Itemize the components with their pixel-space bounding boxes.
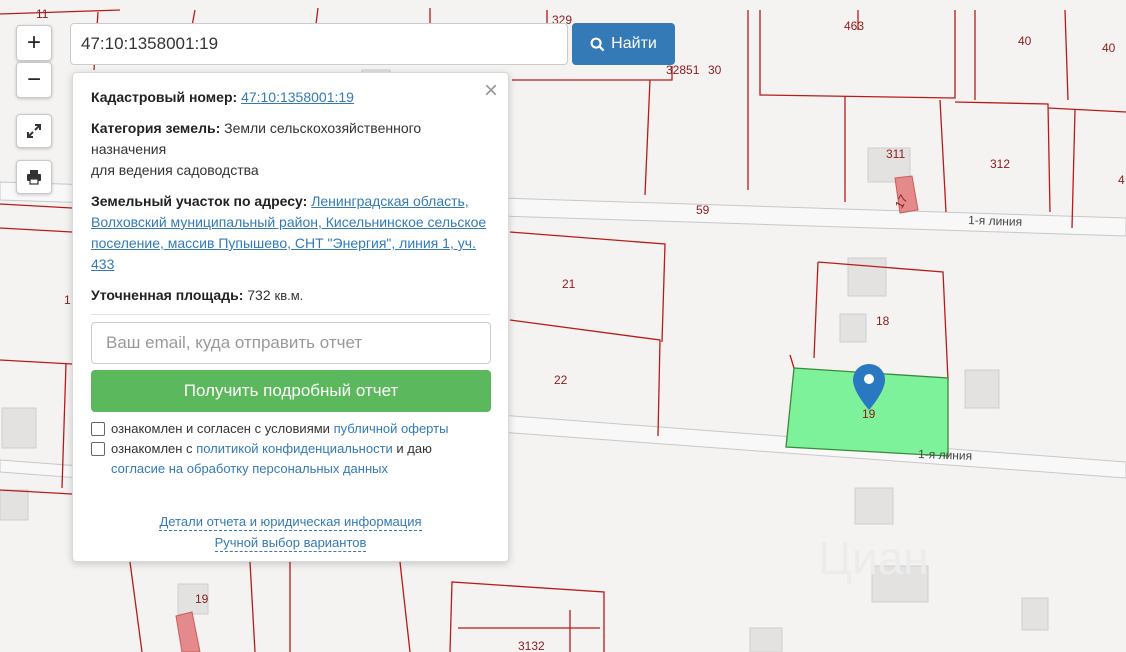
cadastral-row: Кадастровый номер: 47:10:1358001:19 xyxy=(91,87,490,108)
map-label: 59 xyxy=(696,203,710,217)
cadastral-label: Кадастровый номер: xyxy=(91,89,238,105)
privacy-agreement-row: ознакомлен с политикой конфиденциальност… xyxy=(91,439,490,479)
fullscreen-button[interactable] xyxy=(16,114,52,148)
privacy-policy-link[interactable]: политикой конфиденциальности xyxy=(196,441,393,456)
search-button[interactable]: Найти xyxy=(572,23,675,65)
map-label: 22 xyxy=(554,373,568,387)
search-button-label: Найти xyxy=(611,35,657,52)
address-row: Земельный участок по адресу: Ленинградск… xyxy=(91,191,490,275)
area-unit: кв.м. xyxy=(274,288,304,303)
area-label: Уточненная площадь: xyxy=(91,287,244,303)
map-label: 311 xyxy=(886,147,905,161)
map-label: 19 xyxy=(195,592,209,606)
manual-selection-link[interactable]: Ручной выбор вариантов xyxy=(214,535,367,552)
privacy-text: ознакомлен с политикой конфиденциальност… xyxy=(111,439,432,479)
offer-link[interactable]: публичной оферты xyxy=(334,421,449,436)
cadastral-search-input[interactable] xyxy=(70,23,568,65)
map-label: 312 xyxy=(990,157,1010,171)
privacy-text-a: ознакомлен с xyxy=(111,441,193,456)
map-label: 4 xyxy=(1118,173,1125,187)
map-label: 11 xyxy=(36,7,49,21)
bottom-links: Детали отчета и юридическая информация Р… xyxy=(73,511,508,553)
area-value: 732 xyxy=(247,287,271,303)
zoom-in-label: + xyxy=(26,29,41,56)
road-label: 1-я линия xyxy=(918,447,973,463)
details-link[interactable]: Детали отчета и юридическая информация xyxy=(159,514,422,531)
consent-link[interactable]: согласие на обработку персональных данны… xyxy=(111,461,388,476)
printer-icon xyxy=(27,170,41,185)
zoom-out-label: − xyxy=(26,66,41,93)
map-label: 40 xyxy=(1102,41,1116,55)
offer-checkbox[interactable] xyxy=(91,422,105,436)
expand-icon xyxy=(27,124,41,138)
map-label: 21 xyxy=(562,277,576,291)
map-label: 18 xyxy=(876,314,890,328)
category-row: Категория земель: Земли сельскохозяйстве… xyxy=(91,118,490,181)
search-icon xyxy=(590,37,605,51)
area-row: Уточненная площадь: 732 кв.м. xyxy=(91,285,490,306)
map-label: 32851 xyxy=(666,63,700,77)
map-label: 3132 xyxy=(518,639,545,652)
email-placeholder: Ваш email, куда отправить отчет xyxy=(106,333,363,352)
address-label: Земельный участок по адресу: xyxy=(91,193,308,209)
divider xyxy=(91,314,490,315)
offer-agreement-row: ознакомлен и согласен с условиями публич… xyxy=(91,419,490,439)
road-label: 1-я линия xyxy=(968,213,1023,229)
map-label: 463 xyxy=(844,19,864,33)
zoom-in-button[interactable]: + xyxy=(16,25,52,61)
category-label: Категория земель: xyxy=(91,120,221,136)
category-purpose: для ведения садоводства xyxy=(91,162,259,178)
offer-text-label: ознакомлен и согласен с условиями xyxy=(111,421,330,436)
print-button[interactable] xyxy=(16,160,52,194)
get-report-label: Получить подробный отчет xyxy=(183,381,399,400)
get-report-button[interactable]: Получить подробный отчет xyxy=(91,370,491,412)
zoom-out-button[interactable]: − xyxy=(16,62,52,98)
offer-text: ознакомлен и согласен с условиями публич… xyxy=(111,419,448,439)
cadastral-link[interactable]: 47:10:1358001:19 xyxy=(241,89,354,105)
close-icon[interactable]: × xyxy=(484,79,498,103)
parcel-info-popup: × Кадастровый номер: 47:10:1358001:19 Ка… xyxy=(72,72,509,562)
map-label: 1 xyxy=(64,293,71,307)
privacy-text-b: и даю xyxy=(396,441,432,456)
privacy-checkbox[interactable] xyxy=(91,442,105,456)
map-label: 19 xyxy=(862,407,876,421)
map-label: 30 xyxy=(708,63,722,77)
watermark: Циан xyxy=(818,532,929,584)
email-field[interactable]: Ваш email, куда отправить отчет xyxy=(91,322,491,364)
map-label: 40 xyxy=(1018,34,1032,48)
